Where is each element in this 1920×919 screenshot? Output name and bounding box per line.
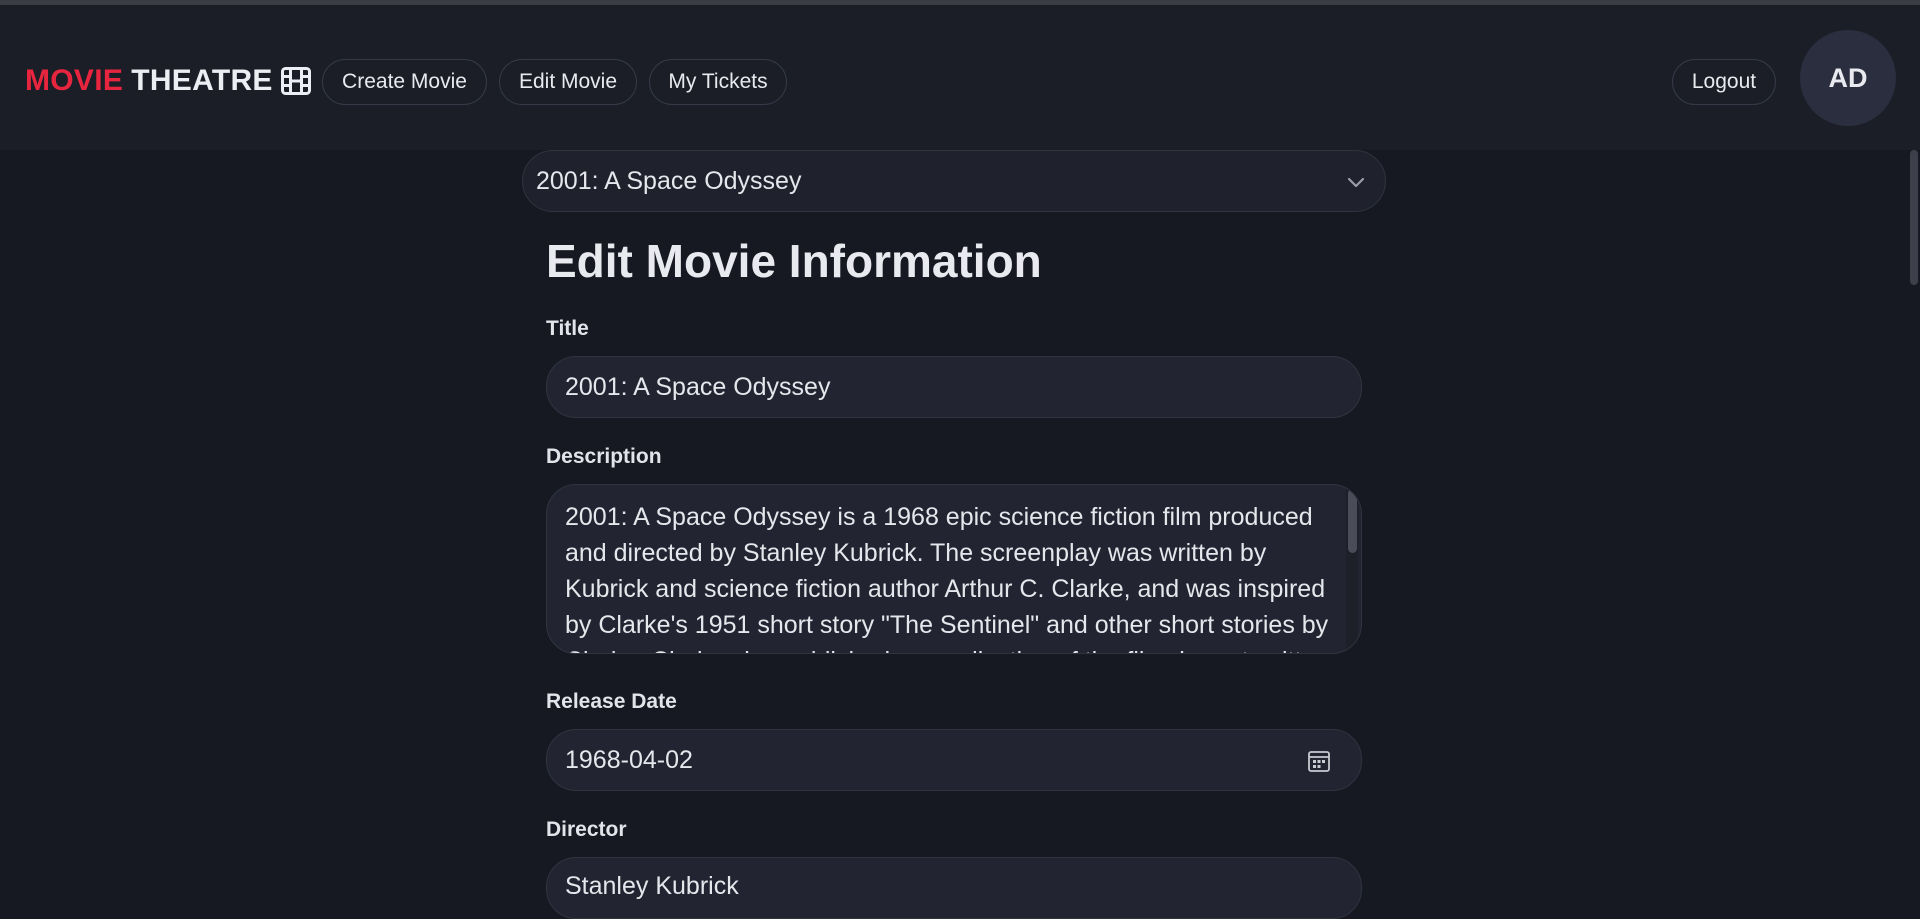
page-scrollbar-thumb[interactable]: [1910, 150, 1918, 285]
page-title: Edit Movie Information: [546, 235, 1042, 287]
release-date-input[interactable]: 1968-04-02: [546, 729, 1362, 791]
resize-handle-icon[interactable]: [1347, 639, 1361, 653]
chevron-down-icon: [1345, 171, 1367, 200]
create-movie-button[interactable]: Create Movie: [322, 59, 487, 105]
film-icon: [280, 67, 311, 95]
description-label: Description: [546, 445, 662, 468]
logo[interactable]: MOVIE THEATRE: [25, 58, 311, 104]
logo-word-movie: MOVIE: [25, 64, 124, 97]
description-textarea[interactable]: 2001: A Space Odyssey is a 1968 epic sci…: [546, 484, 1362, 654]
release-date-label: Release Date: [546, 690, 677, 713]
movie-select[interactable]: 2001: A Space Odyssey: [522, 150, 1386, 212]
title-input[interactable]: 2001: A Space Odyssey: [546, 356, 1362, 418]
logo-word-theatre: THEATRE: [131, 64, 273, 97]
movie-select-value: 2001: A Space Odyssey: [536, 166, 802, 195]
navbar: MOVIE THEATRE Create Movie Edit Movie My…: [0, 5, 1920, 150]
avatar[interactable]: AD: [1800, 30, 1896, 126]
title-label: Title: [546, 317, 589, 340]
calendar-icon[interactable]: [1307, 749, 1331, 780]
director-label: Director: [546, 818, 627, 841]
description-scrollbar-thumb[interactable]: [1348, 489, 1357, 553]
release-date-value: 1968-04-02: [565, 745, 693, 774]
director-input[interactable]: Stanley Kubrick: [546, 857, 1362, 919]
my-tickets-button[interactable]: My Tickets: [649, 59, 787, 105]
description-text: 2001: A Space Odyssey is a 1968 epic sci…: [565, 503, 1329, 653]
logout-button[interactable]: Logout: [1672, 59, 1776, 105]
edit-movie-button[interactable]: Edit Movie: [499, 59, 637, 105]
